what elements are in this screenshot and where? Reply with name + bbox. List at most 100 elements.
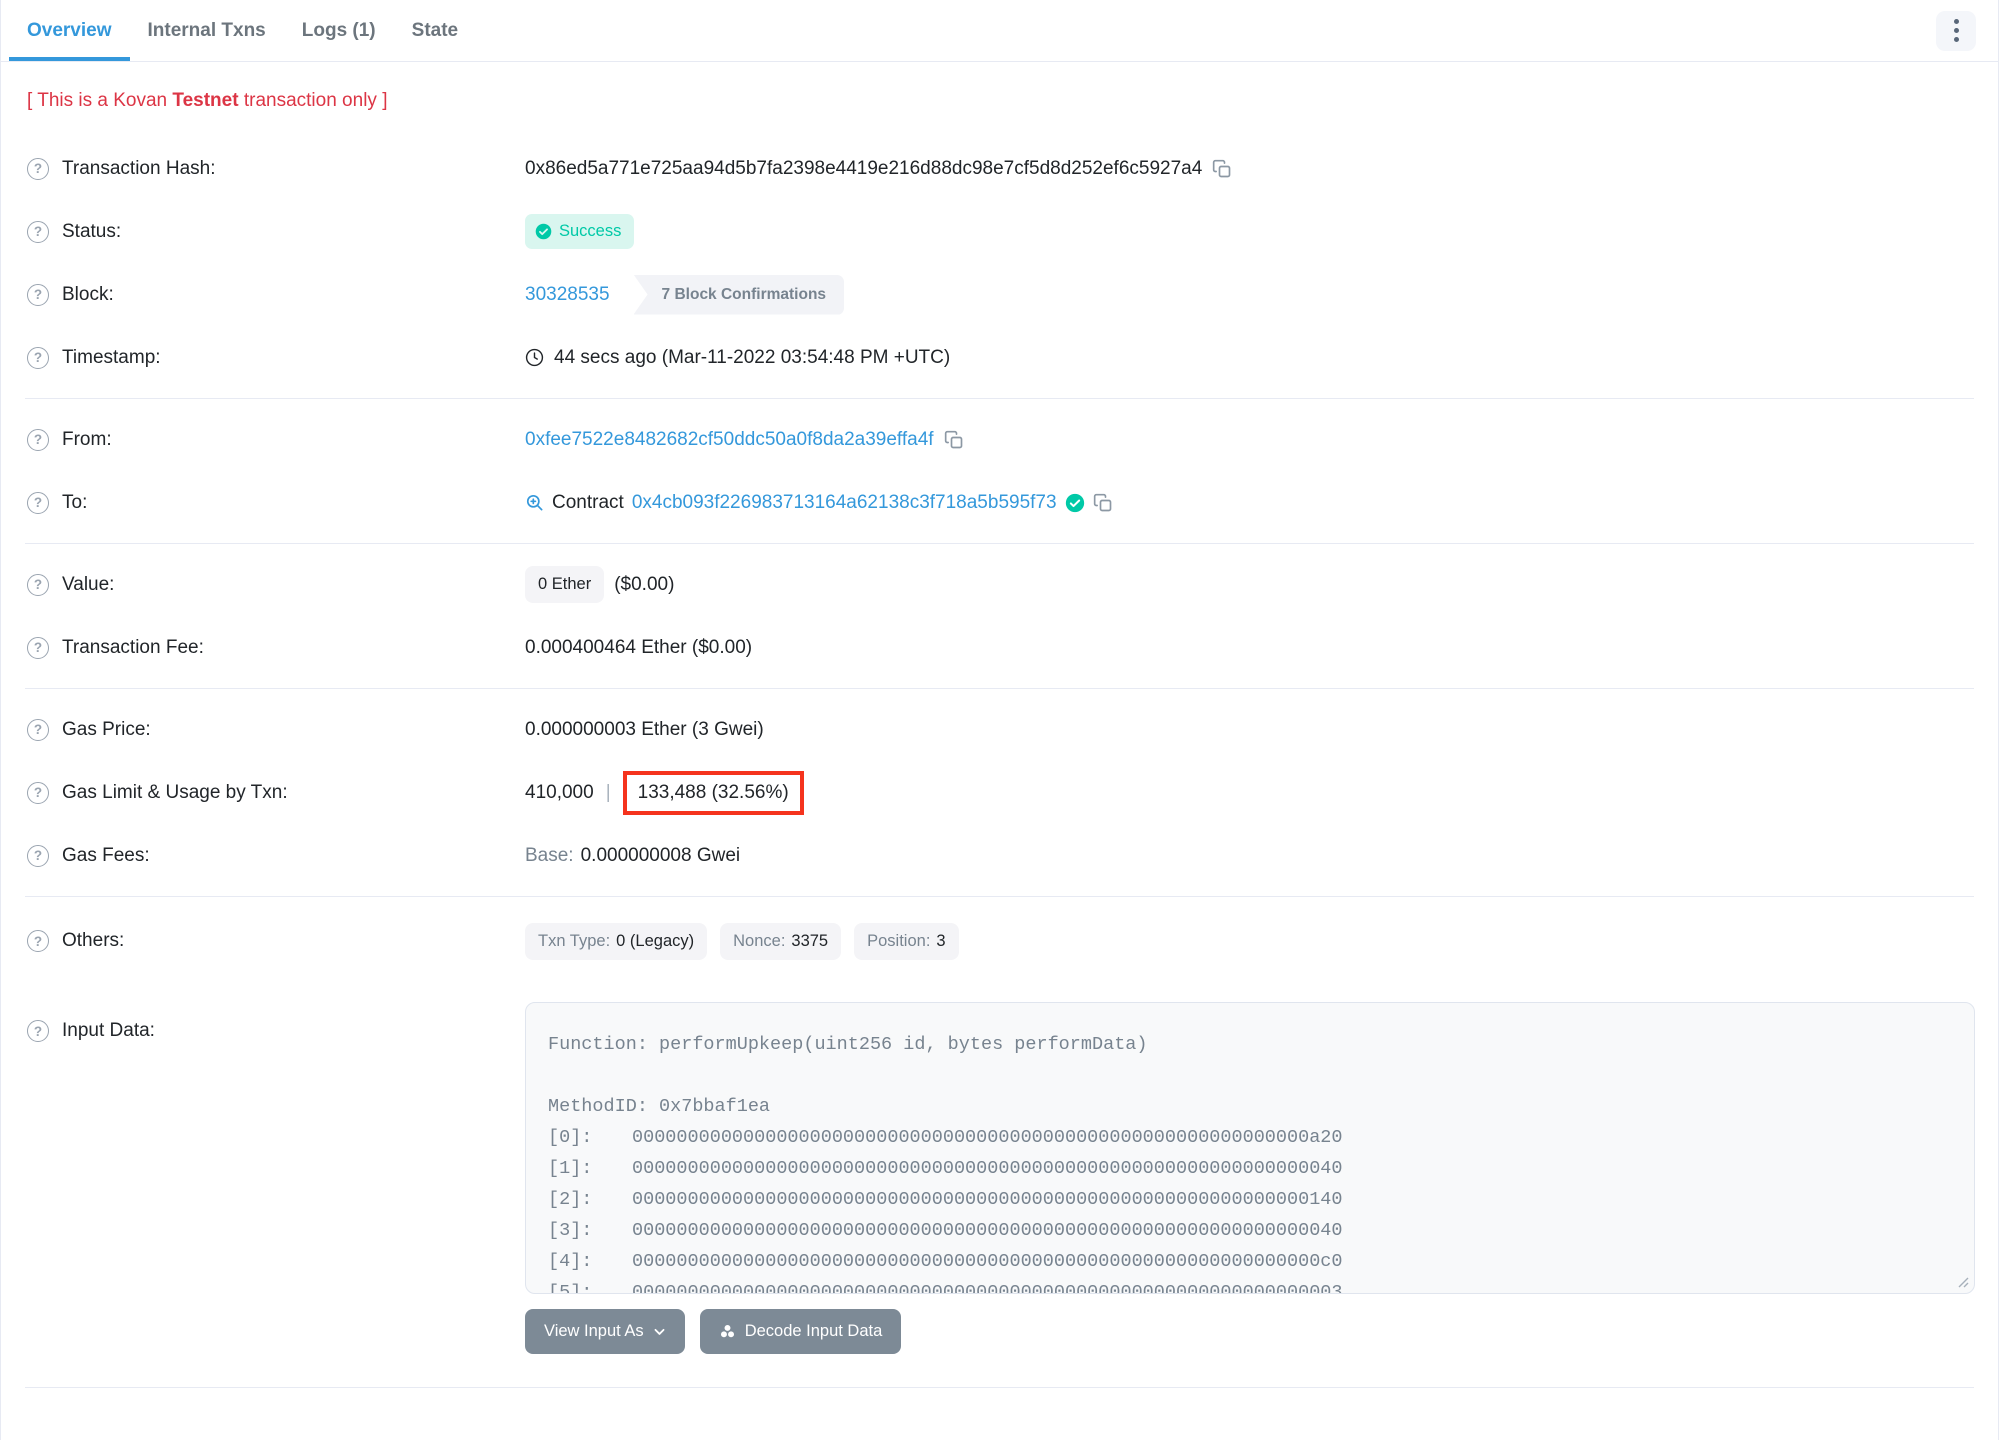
- resize-handle[interactable]: [1955, 1274, 1969, 1288]
- word-index: [5]:: [548, 1282, 593, 1294]
- decode-input-data-button[interactable]: Decode Input Data: [699, 1309, 902, 1354]
- help-icon[interactable]: ?: [27, 220, 49, 243]
- badge-value: 0 (Legacy): [616, 931, 695, 950]
- row-label: Gas Price:: [62, 718, 151, 740]
- input-word-row: [2]: 000000000000000000000000000000000000…: [548, 1184, 1952, 1215]
- decode-icon: [720, 1324, 734, 1338]
- nonce-badge: Nonce: 3375: [720, 922, 842, 960]
- label-cell: ? From:: [27, 428, 525, 451]
- help-icon[interactable]: ?: [27, 718, 49, 741]
- help-icon[interactable]: ?: [27, 283, 49, 306]
- label-cell: ? Value:: [27, 573, 525, 596]
- copy-button[interactable]: [944, 430, 964, 450]
- bottom-space: [1, 1388, 1998, 1420]
- notice-bold: Testnet: [172, 90, 239, 111]
- help-icon[interactable]: ?: [27, 491, 49, 514]
- row-block: ? Block: 30328535 7 Block Confirmations: [1, 263, 1998, 326]
- testnet-notice: [ This is a Kovan Testnet transaction on…: [1, 62, 1998, 128]
- row-value: ? Value: 0 Ether ($0.00): [1, 553, 1998, 616]
- copy-button[interactable]: [1093, 493, 1113, 513]
- row-gas-limit-usage: ? Gas Limit & Usage by Txn: 410,000 | 13…: [1, 761, 1998, 824]
- input-data-textarea[interactable]: Function: performUpkeep(uint256 id, byte…: [525, 1002, 1975, 1294]
- badge-value: 3375: [791, 931, 829, 950]
- badge-label: Position:: [867, 931, 931, 950]
- decode-input-data-label: Decode Input Data: [744, 1322, 883, 1340]
- row-status: ? Status: Success: [1, 200, 1998, 263]
- row-label: From:: [62, 428, 112, 450]
- word-value: 0000000000000000000000000000000000000000…: [632, 1282, 1343, 1294]
- input-word-row: [0]: 000000000000000000000000000000000000…: [548, 1122, 1952, 1153]
- copy-icon: [1213, 159, 1231, 177]
- notice-prefix: [ This is a Kovan: [27, 90, 173, 111]
- zoom-in-icon[interactable]: [525, 493, 544, 512]
- copy-button[interactable]: [1212, 159, 1232, 179]
- label-cell: ? Others:: [27, 930, 525, 952]
- verified-check-icon: [1065, 493, 1084, 512]
- help-icon[interactable]: ?: [27, 930, 49, 952]
- help-icon[interactable]: ?: [27, 157, 49, 180]
- row-label: Others:: [62, 930, 125, 951]
- label-cell: ? Gas Limit & Usage by Txn:: [27, 781, 525, 804]
- tab-state[interactable]: State: [394, 0, 476, 61]
- row-label: Transaction Hash:: [62, 157, 216, 179]
- row-transaction-fee: ? Transaction Fee: 0.000400464 Ether ($0…: [1, 616, 1998, 679]
- row-transaction-hash: ? Transaction Hash: 0x86ed5a771e725aa94d…: [1, 137, 1998, 200]
- status-text: Success: [559, 222, 622, 240]
- section-others-input: ? Others: Txn Type: 0 (Legacy) Nonce: 33…: [1, 897, 1998, 1387]
- tab-overview[interactable]: Overview: [9, 0, 130, 61]
- section-from-to: ? From: 0xfee7522e8482682cf50ddc50a0f8da…: [1, 399, 1998, 543]
- help-icon[interactable]: ?: [27, 428, 49, 451]
- help-icon[interactable]: ?: [27, 573, 49, 596]
- section-hash-status-block-time: ? Transaction Hash: 0x86ed5a771e725aa94d…: [1, 128, 1998, 398]
- block-number-link[interactable]: 30328535: [525, 284, 610, 306]
- row-label: Status:: [62, 220, 122, 242]
- section-gas: ? Gas Price: 0.000000003 Ether (3 Gwei) …: [1, 689, 1998, 896]
- tab-logs[interactable]: Logs (1): [284, 0, 394, 61]
- word-index: [0]:: [548, 1127, 593, 1148]
- word-index: [1]:: [548, 1158, 593, 1179]
- label-cell: ? Transaction Fee:: [27, 636, 525, 659]
- timestamp-value: 44 secs ago (Mar-11-2022 03:54:48 PM +UT…: [554, 346, 951, 368]
- value-usd: ($0.00): [614, 573, 675, 595]
- word-value: 0000000000000000000000000000000000000000…: [632, 1158, 1343, 1179]
- word-value: 0000000000000000000000000000000000000000…: [632, 1189, 1343, 1210]
- input-word-row: [5]: 000000000000000000000000000000000000…: [548, 1277, 1952, 1294]
- status-badge: Success: [525, 214, 635, 249]
- row-label: Value:: [62, 573, 115, 595]
- label-cell: ? Status:: [27, 220, 525, 243]
- view-input-as-button[interactable]: View Input As: [525, 1309, 685, 1354]
- input-data-actions: View Input As Decode Input Data: [525, 1309, 1975, 1354]
- badge-label: Nonce:: [733, 931, 786, 950]
- label-cell: ? To:: [27, 491, 525, 514]
- help-icon[interactable]: ?: [27, 346, 49, 369]
- row-label: Block:: [62, 283, 114, 305]
- input-function-line: Function: performUpkeep(uint256 id, byte…: [548, 1034, 1148, 1055]
- label-cell: ? Timestamp:: [27, 346, 525, 369]
- help-icon[interactable]: ?: [27, 1020, 49, 1042]
- txn-type-badge: Txn Type: 0 (Legacy): [525, 922, 708, 960]
- to-contract-word: Contract: [552, 491, 624, 513]
- word-value: 0000000000000000000000000000000000000000…: [632, 1251, 1343, 1272]
- help-icon[interactable]: ?: [27, 636, 49, 659]
- more-options-button[interactable]: [1936, 10, 1976, 51]
- word-index: [4]:: [548, 1251, 593, 1272]
- to-address-link[interactable]: 0x4cb093f226983713164a62138c3f718a5b595f…: [632, 492, 1057, 514]
- position-badge: Position: 3: [854, 922, 959, 960]
- from-address-link[interactable]: 0xfee7522e8482682cf50ddc50a0f8da2a39effa…: [525, 429, 934, 451]
- row-timestamp: ? Timestamp: 44 secs ago (Mar-11-2022 03…: [1, 326, 1998, 389]
- label-cell: ? Input Data:: [27, 1002, 525, 1042]
- transaction-hash-value: 0x86ed5a771e725aa94d5b7fa2398e4419e216d8…: [525, 157, 1203, 179]
- word-value: 0000000000000000000000000000000000000000…: [632, 1127, 1343, 1148]
- tab-bar: Overview Internal Txns Logs (1) State: [1, 0, 1998, 62]
- copy-icon: [944, 430, 962, 448]
- input-word-row: [3]: 000000000000000000000000000000000000…: [548, 1215, 1952, 1246]
- word-index: [3]:: [548, 1220, 593, 1241]
- help-icon[interactable]: ?: [27, 781, 49, 804]
- tab-internal-txns[interactable]: Internal Txns: [130, 0, 284, 61]
- help-icon[interactable]: ?: [27, 844, 49, 867]
- row-label: Gas Fees:: [62, 844, 150, 866]
- clock-icon: [525, 348, 544, 367]
- view-input-as-label: View Input As: [544, 1322, 644, 1340]
- row-others: ? Others: Txn Type: 0 (Legacy) Nonce: 33…: [1, 906, 1998, 976]
- chevron-down-icon: [654, 1328, 665, 1335]
